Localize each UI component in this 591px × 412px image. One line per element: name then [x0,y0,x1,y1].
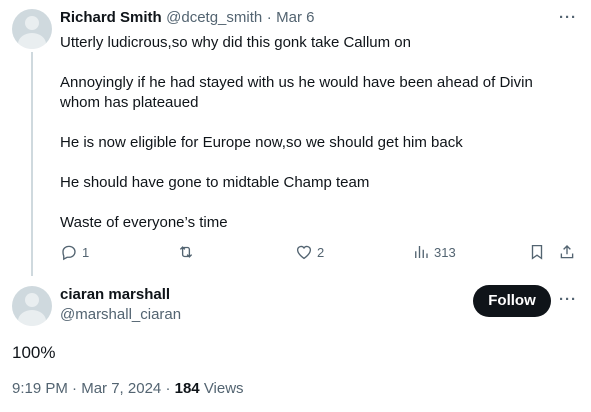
reply-line [60,53,560,73]
reply-body: Utterly ludicrous,so why did this gonk t… [60,33,560,233]
reply-more-icon[interactable]: ··· [559,9,577,26]
reply-line: Annoyingly if he had stayed with us he w… [60,74,533,91]
like-icon [296,245,312,260]
avatar-head [25,293,39,307]
reply-line: He should have gone to midtable Champ te… [60,174,370,191]
reply-separator: · [266,9,272,26]
main-tweet-text: 100% [12,343,56,362]
avatar-body [18,33,46,49]
meta-separator: · [165,380,171,397]
avatar-body [18,310,46,326]
reply-header: Richard Smith @dcetg_smith · Mar 6 [60,9,315,27]
reply-count: 1 [82,244,90,260]
like-count: 2 [317,244,325,260]
reply-line: whom has plateaued [60,94,199,111]
tweet-date[interactable]: Mar 7, 2024 [81,380,161,397]
main-handle[interactable]: @marshall_ciaran [60,306,181,323]
tweet-views-label: Views [203,380,244,397]
reply-date[interactable]: Mar 6 [276,9,314,26]
reply-line [60,153,560,173]
bookmark-icon [531,244,543,260]
reply-avatar[interactable] [12,9,52,49]
views-count: 313 [434,244,456,260]
meta-separator: · [72,380,78,397]
share-icon [560,245,574,259]
follow-button[interactable]: Follow [473,285,551,317]
reply-line [60,193,560,213]
repost-icon [179,246,193,258]
reply-line: Utterly ludicrous,so why did this gonk t… [60,34,411,51]
reply-handle[interactable]: @dcetg_smith [166,9,262,26]
avatar-head [25,16,39,30]
like-button[interactable]: 2 [295,243,324,261]
reply-line [60,113,560,133]
reply-line: He is now eligible for Europe now,so we … [60,134,463,151]
thread-line [31,52,33,276]
reply-icon [62,245,76,261]
main-author-name[interactable]: ciaran marshall [60,286,170,303]
tweet-time[interactable]: 9:19 PM [12,380,68,397]
share-button[interactable] [558,243,576,261]
repost-button[interactable] [177,243,199,261]
reply-author-name[interactable]: Richard Smith [60,9,162,26]
tweet-views-count: 184 [174,380,200,397]
views-button[interactable]: 313 [412,243,456,261]
reply-button[interactable]: 1 [60,243,89,261]
views-icon [415,246,428,258]
reply-line: Waste of everyone’s time [60,214,228,231]
reply-actions: 1 2 313 [60,243,580,263]
main-more-icon[interactable]: ··· [559,291,577,308]
main-avatar[interactable] [12,286,52,326]
bookmark-button[interactable] [528,243,546,261]
tweet-meta: 9:19 PM · Mar 7, 2024 · 184 Views [12,380,244,397]
